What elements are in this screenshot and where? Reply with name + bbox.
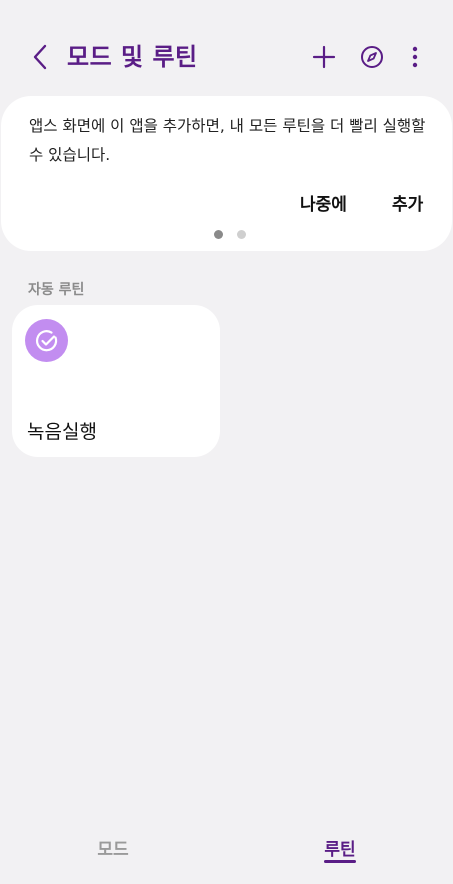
compass-icon [361, 46, 383, 68]
discover-button[interactable] [355, 40, 389, 74]
banner-message: 앱스 화면에 이 앱을 추가하면, 내 모든 루틴을 더 빨리 실행할 수 있습… [29, 117, 426, 164]
routine-icon [25, 319, 68, 362]
selected-tab-indicator [324, 860, 356, 863]
plus-icon [312, 45, 336, 69]
page-dot-active [214, 230, 223, 239]
add-to-apps-banner: 앱스 화면에 이 앱을 추가하면, 내 모든 루틴을 더 빨리 실행할 수 있습… [1, 96, 452, 251]
bottom-tab-bar: 모드 루틴 [0, 820, 453, 884]
page-dot-inactive [237, 230, 246, 239]
add-button[interactable]: 추가 [392, 190, 423, 215]
routine-name: 녹음실행 [27, 421, 97, 443]
back-button[interactable] [24, 40, 56, 74]
page-indicator [214, 230, 246, 239]
add-routine-button[interactable] [307, 40, 341, 74]
chevron-left-icon [33, 44, 47, 70]
tab-routines[interactable]: 루틴 [227, 835, 453, 860]
page-title: 모드 및 루틴 [67, 43, 198, 71]
section-label-auto-routines: 자동 루틴 [28, 282, 85, 298]
more-vertical-icon [412, 46, 418, 68]
tab-modes[interactable]: 모드 [0, 835, 226, 860]
later-button[interactable]: 나중에 [300, 190, 347, 215]
routine-card[interactable]: 녹음실행 [12, 305, 220, 457]
check-circle-icon [35, 329, 57, 351]
more-options-button[interactable] [398, 40, 432, 74]
